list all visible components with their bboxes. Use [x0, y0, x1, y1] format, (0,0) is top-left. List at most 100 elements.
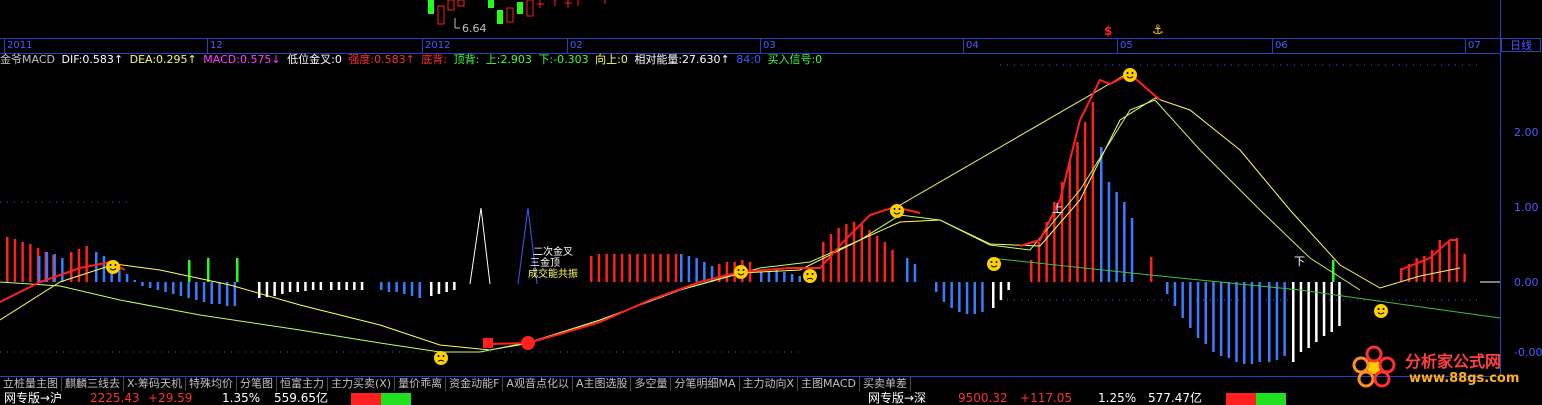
- hist-bar-white: [360, 282, 364, 290]
- indicator-tab[interactable]: 量价乖离: [395, 377, 447, 391]
- hist-bar-blue: [906, 258, 909, 282]
- hist-bar-blue: [1196, 282, 1200, 338]
- hist-bar-red: [1455, 238, 1459, 282]
- sh-index-change: +29.59: [148, 391, 193, 405]
- hist-bar-blue: [102, 256, 106, 282]
- hist-bar-white: [330, 282, 333, 290]
- hist-bar-red: [21, 242, 24, 282]
- smiley-eye: [811, 273, 814, 275]
- smiley-eye: [742, 269, 745, 271]
- smiley-icon: [734, 265, 748, 279]
- sh-index-amount: 559.65亿: [274, 391, 328, 405]
- hist-bar-red: [6, 237, 9, 282]
- hist-bar-blue: [1275, 282, 1279, 360]
- hist-bar-blue: [965, 282, 969, 314]
- hist-bar-red: [636, 254, 639, 282]
- logo-title: 分析家公式网: [1405, 352, 1502, 371]
- smiley-eye: [109, 264, 112, 266]
- hist-bar-red: [1030, 260, 1033, 282]
- hist-bar-blue: [1212, 282, 1215, 352]
- hist-bar-white: [345, 282, 348, 290]
- hist-bar-white: [265, 282, 269, 297]
- hist-bar-green: [188, 260, 191, 282]
- hist-bar-blue: [1166, 282, 1169, 294]
- sh-up-bar: [351, 393, 381, 405]
- hist-bar-white: [281, 282, 284, 294]
- indicator-tab[interactable]: 买卖单差: [860, 377, 912, 391]
- hist-bar-blue: [45, 252, 49, 282]
- marker-dot: [521, 336, 535, 350]
- hist-bar-blue: [1130, 218, 1134, 282]
- hist-bar-blue: [148, 282, 152, 288]
- hist-bar-white: [445, 282, 448, 292]
- hist-bar-white: [999, 282, 1003, 300]
- hist-bar-red: [643, 254, 647, 282]
- hist-bar-red: [674, 254, 678, 282]
- indicator-tab[interactable]: 分笔图: [237, 377, 277, 391]
- hist-bar-red: [1438, 240, 1441, 282]
- indicator-tab[interactable]: 恒富主力: [277, 377, 328, 391]
- smiley-eye: [114, 264, 117, 266]
- hist-bar-red: [883, 242, 887, 282]
- hist-bar-red: [868, 230, 871, 282]
- hist-bar-white: [1338, 282, 1341, 326]
- smiley-eye: [737, 269, 740, 271]
- hist-bar-blue: [973, 282, 976, 314]
- hist-bar-blue: [156, 282, 160, 290]
- indicator-tab[interactable]: 多空量: [631, 377, 672, 391]
- hist-bar-blue: [958, 282, 961, 312]
- hist-bar-white: [296, 282, 299, 292]
- site-logo: 分析家公式网 www.88gs.com: [1345, 345, 1540, 390]
- hist-bar-red: [1083, 122, 1087, 282]
- hist-bar-blue: [387, 282, 391, 292]
- sz-index-name[interactable]: 网专版→深: [868, 392, 926, 405]
- hist-bar-blue: [218, 282, 221, 304]
- hist-bar-white: [353, 282, 356, 290]
- hist-bar-white: [1007, 282, 1010, 290]
- y-axis-label: 2.00: [1514, 126, 1539, 139]
- hist-bar-red: [85, 246, 88, 282]
- hist-bar-blue: [1258, 282, 1261, 362]
- indicator-tab[interactable]: 特殊均价: [186, 377, 237, 391]
- hist-bar-blue: [38, 256, 41, 282]
- indicator-tab[interactable]: A观音点化以: [503, 377, 573, 391]
- hist-bar-blue: [195, 282, 198, 300]
- hist-bar-blue: [913, 264, 917, 282]
- indicator-tab[interactable]: 主图MACD: [798, 377, 861, 391]
- period-selector[interactable]: 日线: [1501, 38, 1541, 52]
- annotation-down: 下: [1294, 255, 1305, 268]
- smiley-eye: [1131, 72, 1134, 74]
- hist-bar-red: [29, 244, 32, 282]
- hist-bar-blue: [1250, 282, 1254, 364]
- hist-bar-red: [13, 239, 17, 282]
- hist-bar-red: [613, 254, 616, 282]
- hist-bar-white: [273, 282, 276, 296]
- hist-bar-red: [597, 254, 601, 282]
- hist-bar-white: [337, 282, 341, 290]
- indicator-tab[interactable]: X-筹码天机: [124, 377, 186, 391]
- hist-bar-red: [1415, 258, 1418, 282]
- hist-bar-red: [1091, 102, 1095, 282]
- hist-bar-white: [1292, 282, 1295, 362]
- indicator-tab[interactable]: 麒麟三线去: [62, 377, 124, 391]
- hist-bar-red: [651, 254, 655, 282]
- hist-bar-white: [1322, 282, 1326, 336]
- smiley-eye: [1126, 72, 1129, 74]
- indicator-tab[interactable]: 主力动向X: [740, 377, 799, 391]
- sh-index-name[interactable]: 网专版→沪: [4, 392, 62, 405]
- hist-bar-blue: [125, 274, 129, 282]
- hist-bar-blue: [950, 282, 953, 308]
- hist-bar-blue: [695, 258, 698, 282]
- hist-bar-blue: [202, 282, 206, 302]
- hist-bar-blue: [133, 280, 136, 282]
- strength-line: [1019, 72, 1161, 247]
- hist-bar-white: [453, 282, 456, 290]
- indicator-tab[interactable]: 主力买卖(X): [328, 377, 396, 391]
- indicator-tab[interactable]: 立桩量主图: [0, 377, 62, 391]
- hist-bar-blue: [1268, 282, 1271, 362]
- smiley-eye: [995, 261, 998, 263]
- hist-bar-white: [288, 282, 292, 292]
- indicator-tab[interactable]: A主图选股: [573, 377, 632, 391]
- indicator-tab[interactable]: 资金动能F: [446, 377, 504, 391]
- indicator-tab[interactable]: 分笔明细MA: [671, 377, 740, 391]
